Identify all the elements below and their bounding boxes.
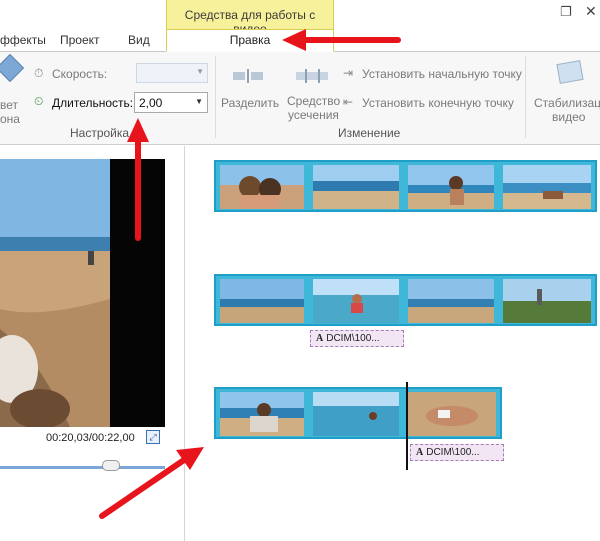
storyboard: A DCIM\100... A DCIM\100... xyxy=(186,146,600,541)
speed-icon: ⏱ xyxy=(34,66,44,80)
chevron-down-icon: ▼ xyxy=(195,97,203,106)
tab-visual-effects[interactable]: ффекты xyxy=(0,33,46,47)
caption-block-2[interactable]: A DCIM\100... xyxy=(410,444,504,461)
stabilization-icon xyxy=(556,60,586,86)
split-button[interactable]: Разделить xyxy=(218,56,280,116)
stabilization-label-1: Стабилизация xyxy=(534,96,600,110)
video-preview[interactable] xyxy=(0,159,165,541)
preview-frame xyxy=(0,159,110,427)
playhead-cursor[interactable] xyxy=(406,382,408,470)
duration-label: Длительность: xyxy=(52,96,134,110)
preview-letterbox xyxy=(110,159,165,427)
trim-icon xyxy=(296,69,328,83)
clip-thumbnail xyxy=(408,392,496,436)
caption-text-icon: A xyxy=(316,333,324,344)
clip-thumbnail xyxy=(503,279,591,323)
clip-thumbnail xyxy=(313,392,399,436)
set-start-label: Установить начальную точку xyxy=(362,67,522,81)
timecode: 00:20,03/00:22,00 xyxy=(46,432,135,444)
clip-thumbnail xyxy=(503,165,591,209)
video-clip-1[interactable] xyxy=(214,160,597,212)
group-separator xyxy=(215,56,216,138)
close-window-icon[interactable]: ✕ xyxy=(585,3,597,20)
clip-thumbnail xyxy=(220,279,304,323)
set-end-label: Установить конечную точку xyxy=(362,96,514,110)
stabilization-label-2: видео xyxy=(552,110,586,124)
group-label-edit: Изменение xyxy=(338,126,401,140)
ribbon: вет она ⏱ Скорость: ▼ ⏲ Длительность: 2,… xyxy=(0,52,600,145)
set-start-icon: ⇥ xyxy=(343,66,354,80)
chevron-down-icon: ▼ xyxy=(196,67,204,76)
clip-thumbnail xyxy=(408,279,494,323)
clip-thumbnail xyxy=(220,165,304,209)
duration-dropdown[interactable]: 2,00 ▼ xyxy=(134,92,208,113)
clip-thumbnail xyxy=(220,392,304,436)
ribbon-tab-row: ффекты Проект Вид Правка xyxy=(0,29,600,52)
tab-project[interactable]: Проект xyxy=(60,33,100,47)
split-label: Разделить xyxy=(221,96,280,110)
restore-window-icon[interactable]: ❐ xyxy=(560,4,572,20)
duration-value: 2,00 xyxy=(139,96,163,110)
group-label-settings: Настройка xyxy=(70,126,130,140)
tab-view[interactable]: Вид xyxy=(128,33,150,47)
fullscreen-icon[interactable]: ⤢ xyxy=(146,430,160,444)
seek-bar[interactable] xyxy=(0,466,165,469)
background-color-label-2: она xyxy=(0,112,20,126)
seek-thumb[interactable] xyxy=(102,460,120,471)
set-end-icon: ⇤ xyxy=(343,95,354,109)
caption-text: DCIM\100... xyxy=(426,447,480,458)
video-tools-context-header: Средства для работы с видео xyxy=(166,0,334,36)
video-clip-2[interactable] xyxy=(214,274,597,326)
tab-edit[interactable]: Правка xyxy=(166,29,334,52)
speed-label: Скорость: xyxy=(52,67,108,81)
trim-label-2: усечения xyxy=(288,108,339,122)
set-end-point-button[interactable]: ⇤ Установить конечную точку xyxy=(343,95,523,111)
preview-pane: 00:20,03/00:22,00 ⤢ xyxy=(0,146,185,541)
set-start-point-button[interactable]: ⇥ Установить начальную точку xyxy=(343,66,523,82)
clip-thumbnail xyxy=(313,279,399,323)
title-bar: Средства для работы с видео ❐ ✕ xyxy=(0,0,600,36)
paint-bucket-icon xyxy=(0,53,25,83)
group-separator xyxy=(525,56,526,138)
caption-text-icon: A xyxy=(416,447,424,458)
duration-icon: ⏲ xyxy=(34,94,44,108)
caption-block-1[interactable]: A DCIM\100... xyxy=(310,330,404,347)
background-color-label-1: вет xyxy=(0,98,19,112)
trim-label-1: Средство xyxy=(287,94,341,108)
trim-tool-button[interactable]: Средство усечения xyxy=(284,56,341,122)
caption-text: DCIM\100... xyxy=(326,333,380,344)
clip-thumbnail xyxy=(313,165,399,209)
video-clip-3[interactable] xyxy=(214,387,502,439)
video-stabilization-button[interactable]: Стабилизация видео xyxy=(530,56,600,124)
clip-thumbnail xyxy=(408,165,494,209)
split-icon xyxy=(233,69,263,83)
background-color-button[interactable]: вет она xyxy=(0,53,28,126)
speed-dropdown[interactable]: ▼ xyxy=(136,63,208,83)
